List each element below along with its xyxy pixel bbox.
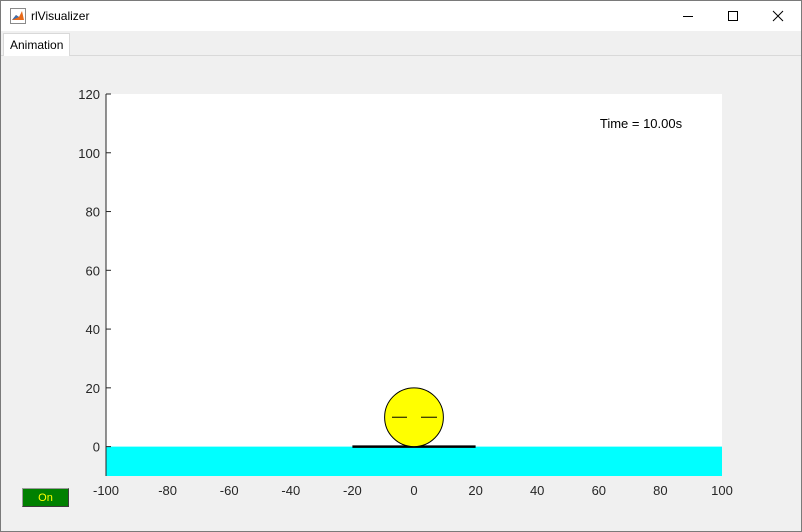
time-label: Time = 10.00s xyxy=(600,116,683,131)
y-tick-label: 60 xyxy=(86,263,100,278)
y-tick-label: 40 xyxy=(86,322,100,337)
x-tick-label: 60 xyxy=(592,483,606,498)
ground-region xyxy=(106,446,722,476)
y-tick-label: 100 xyxy=(78,146,100,161)
on-toggle-button[interactable]: On xyxy=(22,488,69,507)
x-tick-label: -20 xyxy=(343,483,362,498)
x-tick-label: -60 xyxy=(220,483,239,498)
x-tick-label: 80 xyxy=(653,483,667,498)
y-tick-label: 0 xyxy=(93,440,100,455)
y-tick-label: 120 xyxy=(78,87,100,102)
x-tick-label: -80 xyxy=(158,483,177,498)
x-tick-label: -100 xyxy=(93,483,119,498)
x-tick-label: 20 xyxy=(468,483,482,498)
animation-axes: -100 -80 -60 -40 -20 0 20 40 60 80 100 0 20 40 60 80 10… xyxy=(78,87,733,498)
y-tick-label: 80 xyxy=(86,205,100,220)
x-tick-label: 0 xyxy=(410,483,417,498)
x-tick-label: 100 xyxy=(711,483,733,498)
x-tick-label: -40 xyxy=(281,483,300,498)
x-tick-label: 40 xyxy=(530,483,544,498)
y-tick-label: 20 xyxy=(86,381,100,396)
